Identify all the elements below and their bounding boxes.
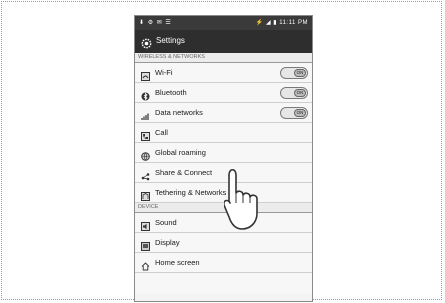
action-bar: Settings [135,30,312,53]
status-icons-left: ⬇ ⚙ ✉ ☰ [139,20,172,26]
data-networks-toggle[interactable]: ON [280,107,308,119]
row-label-wifi: Wi-Fi [155,68,173,77]
row-label-home-screen: Home screen [155,258,200,267]
page-title: Settings [156,36,185,45]
settings-row-data-networks[interactable]: Data networks ON [135,103,312,123]
status-icons-right: ⚡ ◢ ▮ 11:11 PM [255,20,308,26]
row-label-share-connect: Share & Connect [155,168,213,177]
row-label-data-networks: Data networks [155,108,203,117]
settings-row-call[interactable]: Call [135,123,312,143]
bluetooth-toggle[interactable]: ON [280,87,308,99]
row-label-bluetooth: Bluetooth [155,88,187,97]
wifi-toggle[interactable]: ON [280,67,308,79]
wifi-toggle-state: ON [294,69,306,77]
bluetooth-toggle-state: ON [294,89,306,97]
row-label-sound: Sound [155,218,177,227]
settings-row-bluetooth[interactable]: Bluetooth ON [135,83,312,103]
call-icon [141,128,150,141]
status-bar: ⬇ ⚙ ✉ ☰ ⚡ ◢ ▮ 11:11 PM [135,16,312,30]
row-label-call: Call [155,128,168,137]
bluetooth-icon [141,88,150,101]
display-icon [141,238,150,251]
tethering-icon [141,188,150,201]
settings-row-wifi[interactable]: Wi-Fi ON [135,63,312,83]
settings-row-home-screen[interactable]: Home screen [135,253,312,273]
data-network-icon [141,108,150,120]
sound-icon [141,218,150,231]
pointing-hand-icon [224,168,258,230]
share-icon [141,168,150,181]
phone-screen: ⬇ ⚙ ✉ ☰ ⚡ ◢ ▮ 11:11 PM Settings WIRELESS… [134,15,313,302]
settings-row-display[interactable]: Display [135,233,312,253]
settings-row-partial [135,273,312,293]
gear-icon[interactable] [141,36,152,49]
section-header-wireless: WIRELESS & NETWORKS [135,53,312,63]
home-icon [141,258,150,271]
wifi-icon [141,68,150,81]
data-networks-toggle-state: ON [294,109,306,117]
row-label-tethering: Tethering & Networks [155,188,227,197]
row-label-display: Display [155,238,180,247]
settings-row-global-roaming[interactable]: Global roaming [135,143,312,163]
row-label-global-roaming: Global roaming [155,148,206,157]
globe-icon [141,148,150,161]
